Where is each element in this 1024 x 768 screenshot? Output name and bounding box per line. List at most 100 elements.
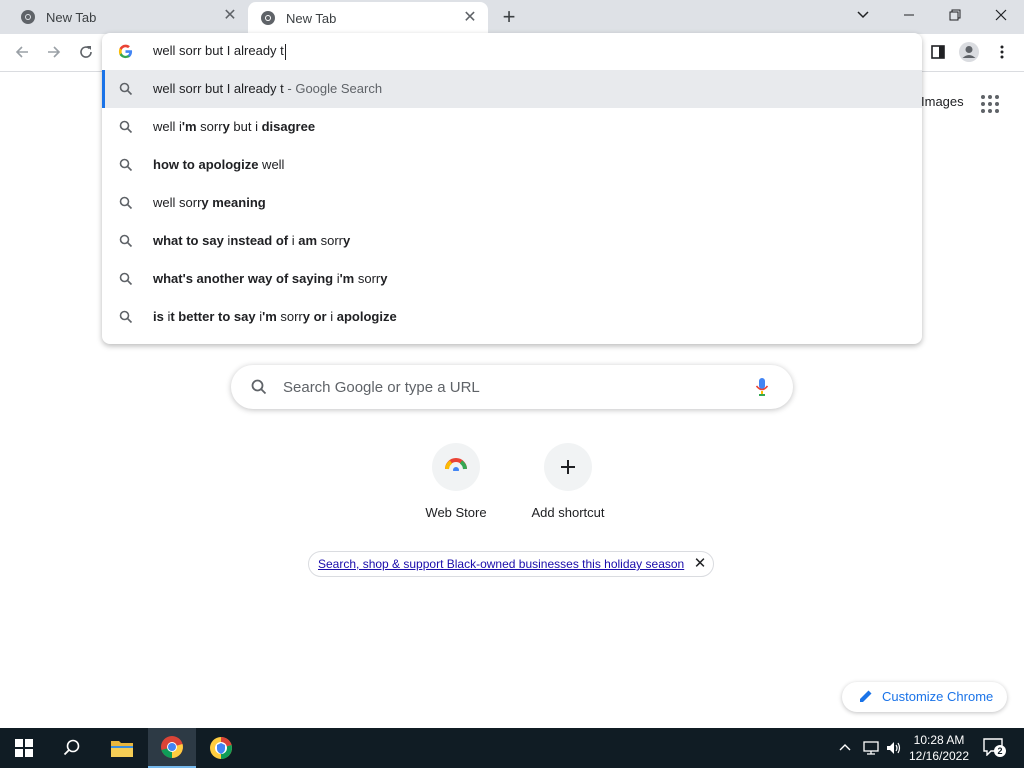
suggestion-text-part: well: [258, 157, 285, 172]
omnibox-suggestion[interactable]: what to say instead of i am sorry: [102, 222, 922, 260]
pencil-icon: [859, 689, 873, 708]
taskbar-browser-icon[interactable]: [197, 728, 245, 768]
shortcut-web-store[interactable]: Web Store: [401, 443, 511, 533]
taskbar-chrome-icon[interactable]: [148, 728, 196, 768]
side-panel-icon[interactable]: [926, 40, 950, 64]
text-caret: [285, 44, 286, 60]
suggestion-text-part: y: [343, 233, 351, 248]
google-g-icon: [118, 44, 133, 64]
menu-kebab-icon[interactable]: [990, 40, 1014, 64]
windows-start-icon[interactable]: [0, 728, 48, 768]
omnibox-dropdown: well sorr but I already t well sorr but …: [102, 33, 922, 344]
suggestion-text-part: y: [222, 119, 230, 134]
omnibox-suggestion[interactable]: well sorr but I already t - Google Searc…: [102, 70, 922, 108]
suggestion-text-part: y: [380, 271, 388, 286]
tab-title: New Tab: [286, 10, 337, 26]
search-icon: [119, 310, 133, 324]
search-icon: [251, 379, 267, 400]
clock-time: 10:28 AM: [913, 733, 965, 747]
reload-icon[interactable]: [74, 40, 98, 64]
close-promo-icon[interactable]: ✕: [692, 556, 708, 572]
suggestion-hint: - Google Search: [283, 81, 383, 96]
clock-date: 12/16/2022: [908, 749, 970, 763]
omnibox-suggestion[interactable]: well sorry meaning: [102, 184, 922, 222]
suggestion-text-part: well sorr but I already t: [153, 81, 284, 96]
suggestion-text: what's another way of saying i'm sorry: [153, 271, 387, 286]
minimize-icon[interactable]: [886, 0, 932, 30]
omnibox[interactable]: well sorr but I already t: [102, 33, 922, 70]
omnibox-input[interactable]: well sorr but I already t: [153, 43, 284, 58]
search-placeholder: Search Google or type a URL: [283, 379, 480, 396]
file-explorer-icon[interactable]: [98, 728, 146, 768]
taskbar-clock[interactable]: 10:28 AM 12/16/2022: [904, 732, 974, 764]
forward-arrow-icon[interactable]: [42, 40, 66, 64]
shortcut-add[interactable]: Add shortcut: [513, 443, 623, 533]
customize-chrome-label: Customize Chrome: [882, 689, 994, 704]
images-link[interactable]: Images: [921, 94, 964, 109]
suggestion-text-part: 'm: [339, 271, 355, 286]
search-icon: [119, 158, 133, 172]
promo-banner: Search, shop & support Black-owned busin…: [308, 551, 714, 577]
taskbar-search-icon[interactable]: [48, 728, 96, 768]
suggestion-text: what to say instead of i am sorry: [153, 233, 350, 248]
omnibox-suggestion[interactable]: is it better to say i'm sorry or i apolo…: [102, 298, 922, 336]
suggestion-text-part: y or: [302, 309, 331, 324]
new-tab-plus-icon[interactable]: +: [498, 6, 520, 28]
suggestion-text: well i'm sorry but i disagree: [153, 119, 315, 134]
ntp-search-box[interactable]: Search Google or type a URL: [231, 365, 793, 409]
suggestion-text-part: sorr: [317, 233, 344, 248]
suggestion-text-part: sorr: [276, 309, 303, 324]
shortcut-label: Web Store: [425, 505, 487, 520]
tab-search-chevron-icon[interactable]: [840, 0, 886, 30]
suggestion-text-part: y meaning: [201, 195, 266, 210]
search-icon: [119, 82, 133, 96]
notification-count: 2: [994, 745, 1006, 757]
notification-icon[interactable]: 2: [983, 738, 1006, 758]
tab-title: New Tab: [46, 9, 97, 25]
suggestion-text: well sorry meaning: [153, 195, 266, 210]
web-store-icon: [432, 443, 480, 491]
search-icon: [119, 272, 133, 286]
close-tab-icon[interactable]: ✕: [462, 10, 478, 26]
profile-avatar-icon[interactable]: [957, 40, 981, 64]
suggestion-text-part: sorr: [354, 271, 381, 286]
omnibox-suggestion[interactable]: well i'm sorry but i disagree: [102, 108, 922, 146]
chrome-icon: [260, 10, 276, 26]
suggestion-text-part: what's another way of saying: [153, 271, 337, 286]
chevron-up-icon[interactable]: [838, 740, 852, 759]
suggestion-text-part: what to say: [153, 233, 228, 248]
tab-new-tab-1[interactable]: New Tab ✕: [0, 0, 248, 34]
suggestion-text-part: but i: [229, 119, 262, 134]
search-icon: [119, 120, 133, 134]
customize-chrome-button[interactable]: Customize Chrome: [842, 682, 1007, 712]
suggestion-text-part: t better to say: [170, 309, 260, 324]
volume-icon[interactable]: [886, 740, 902, 761]
suggestion-text-part: 'm: [262, 309, 277, 324]
restore-icon[interactable]: [932, 0, 978, 30]
omnibox-suggestion[interactable]: what's another way of saying i'm sorry: [102, 260, 922, 298]
suggestion-text: is it better to say i'm sorry or i apolo…: [153, 309, 397, 324]
suggestion-text-part: well sorr: [153, 195, 202, 210]
chrome-icon: [20, 9, 36, 25]
microphone-icon[interactable]: [755, 377, 769, 402]
suggestion-text-part: 'm: [181, 119, 197, 134]
close-window-icon[interactable]: [978, 0, 1024, 30]
shortcut-label: Add shortcut: [531, 505, 605, 520]
suggestion-text-part: apologize: [336, 309, 397, 324]
search-icon: [119, 196, 133, 210]
promo-link[interactable]: Search, shop & support Black-owned busin…: [318, 557, 684, 571]
suggestion-text-part: sorr: [196, 119, 223, 134]
back-arrow-icon[interactable]: [10, 40, 34, 64]
close-tab-icon[interactable]: ✕: [222, 8, 238, 24]
google-apps-grid-icon[interactable]: [980, 94, 1000, 114]
suggestion-text-part: how to apologize: [153, 157, 259, 172]
suggestion-text-part: nstead of: [230, 233, 292, 248]
plus-icon: [544, 443, 592, 491]
suggestion-text-part: is: [153, 309, 168, 324]
network-icon[interactable]: [862, 740, 880, 761]
search-icon: [119, 234, 133, 248]
suggestion-text: well sorr but I already t - Google Searc…: [153, 81, 382, 96]
suggestion-text-part: disagree: [261, 119, 316, 134]
tab-new-tab-2[interactable]: New Tab ✕: [248, 2, 488, 34]
omnibox-suggestion[interactable]: how to apologize well: [102, 146, 922, 184]
